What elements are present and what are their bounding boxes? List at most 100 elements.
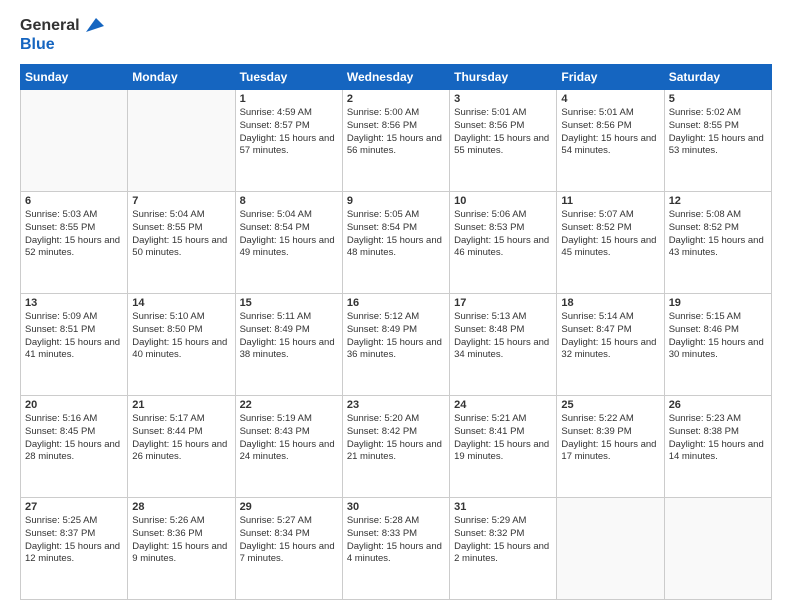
day-number: 14 [132, 297, 230, 309]
day-number: 23 [347, 399, 445, 411]
calendar-day-cell: 22 Sunrise: 5:19 AMSunset: 8:43 PMDayligh… [235, 396, 342, 498]
calendar-day-cell: 27 Sunrise: 5:25 AMSunset: 8:37 PMDayligh… [21, 498, 128, 600]
day-number: 4 [561, 93, 659, 105]
day-number: 27 [25, 501, 123, 513]
calendar-day-cell: 28 Sunrise: 5:26 AMSunset: 8:36 PMDayligh… [128, 498, 235, 600]
day-number: 8 [240, 195, 338, 207]
calendar-day-cell: 10 Sunrise: 5:06 AMSunset: 8:53 PMDayligh… [450, 192, 557, 294]
day-number: 29 [240, 501, 338, 513]
day-number: 6 [25, 195, 123, 207]
day-number: 28 [132, 501, 230, 513]
day-number: 15 [240, 297, 338, 309]
day-detail: Sunrise: 5:14 AMSunset: 8:47 PMDaylight:… [561, 311, 659, 362]
day-detail: Sunrise: 5:01 AMSunset: 8:56 PMDaylight:… [454, 107, 552, 158]
day-number: 31 [454, 501, 552, 513]
page-header: General Blue [20, 16, 772, 54]
day-detail: Sunrise: 5:28 AMSunset: 8:33 PMDaylight:… [347, 515, 445, 566]
calendar-day-cell [21, 90, 128, 192]
day-number: 22 [240, 399, 338, 411]
day-detail: Sunrise: 5:21 AMSunset: 8:41 PMDaylight:… [454, 413, 552, 464]
calendar-header-row: SundayMondayTuesdayWednesdayThursdayFrid… [21, 65, 772, 90]
day-detail: Sunrise: 5:06 AMSunset: 8:53 PMDaylight:… [454, 209, 552, 260]
weekday-header: Thursday [450, 65, 557, 90]
calendar-day-cell: 7Sunrise: 5:04 AMSunset: 8:55 PMDaylight… [128, 192, 235, 294]
day-detail: Sunrise: 5:01 AMSunset: 8:56 PMDaylight:… [561, 107, 659, 158]
calendar-day-cell [128, 90, 235, 192]
day-detail: Sunrise: 5:02 AMSunset: 8:55 PMDaylight:… [669, 107, 767, 158]
day-detail: Sunrise: 5:07 AMSunset: 8:52 PMDaylight:… [561, 209, 659, 260]
calendar-day-cell: 25Sunrise: 5:22 AMSunset: 8:39 PMDayligh… [557, 396, 664, 498]
day-number: 12 [669, 195, 767, 207]
calendar-day-cell: 16Sunrise: 5:12 AMSunset: 8:49 PMDayligh… [342, 294, 449, 396]
day-number: 20 [25, 399, 123, 411]
day-detail: Sunrise: 5:26 AMSunset: 8:36 PMDaylight:… [132, 515, 230, 566]
day-number: 1 [240, 93, 338, 105]
calendar-day-cell: 15 Sunrise: 5:11 AMSunset: 8:49 PMDayligh… [235, 294, 342, 396]
calendar-day-cell: 31 Sunrise: 5:29 AMSunset: 8:32 PMDayligh… [450, 498, 557, 600]
day-number: 13 [25, 297, 123, 309]
weekday-header: Tuesday [235, 65, 342, 90]
day-number: 10 [454, 195, 552, 207]
calendar-day-cell: 17 Sunrise: 5:13 AMSunset: 8:48 PMDayligh… [450, 294, 557, 396]
calendar-day-cell: 30 Sunrise: 5:28 AMSunset: 8:33 PMDayligh… [342, 498, 449, 600]
weekday-header: Sunday [21, 65, 128, 90]
day-number: 19 [669, 297, 767, 309]
day-detail: Sunrise: 5:22 AMSunset: 8:39 PMDaylight:… [561, 413, 659, 464]
calendar-day-cell: 2Sunrise: 5:00 AMSunset: 8:56 PMDaylight… [342, 90, 449, 192]
logo: General Blue [20, 16, 104, 54]
day-detail: Sunrise: 5:27 AMSunset: 8:34 PMDaylight:… [240, 515, 338, 566]
calendar-day-cell: 29 Sunrise: 5:27 AMSunset: 8:34 PMDayligh… [235, 498, 342, 600]
day-detail: Sunrise: 5:00 AMSunset: 8:56 PMDaylight:… [347, 107, 445, 158]
day-detail: Sunrise: 5:08 AMSunset: 8:52 PMDaylight:… [669, 209, 767, 260]
calendar-day-cell [557, 498, 664, 600]
day-number: 26 [669, 399, 767, 411]
day-number: 18 [561, 297, 659, 309]
calendar-day-cell: 9 Sunrise: 5:05 AMSunset: 8:54 PMDaylight… [342, 192, 449, 294]
day-number: 17 [454, 297, 552, 309]
logo-blue-text: Blue [20, 36, 55, 53]
day-number: 21 [132, 399, 230, 411]
weekday-header: Wednesday [342, 65, 449, 90]
day-detail: Sunrise: 5:04 AMSunset: 8:55 PMDaylight:… [132, 209, 230, 260]
day-number: 30 [347, 501, 445, 513]
calendar-week-row: 1 Sunrise: 4:59 AMSunset: 8:57 PMDaylight… [21, 90, 772, 192]
calendar-day-cell: 26Sunrise: 5:23 AMSunset: 8:38 PMDayligh… [664, 396, 771, 498]
calendar-day-cell: 6 Sunrise: 5:03 AMSunset: 8:55 PMDaylight… [21, 192, 128, 294]
day-detail: Sunrise: 4:59 AMSunset: 8:57 PMDaylight:… [240, 107, 338, 158]
calendar-day-cell: 3Sunrise: 5:01 AMSunset: 8:56 PMDaylight… [450, 90, 557, 192]
calendar-day-cell: 12 Sunrise: 5:08 AMSunset: 8:52 PMDayligh… [664, 192, 771, 294]
calendar-day-cell: 20 Sunrise: 5:16 AMSunset: 8:45 PMDayligh… [21, 396, 128, 498]
day-number: 5 [669, 93, 767, 105]
calendar-day-cell: 21 Sunrise: 5:17 AMSunset: 8:44 PMDayligh… [128, 396, 235, 498]
weekday-header: Friday [557, 65, 664, 90]
day-detail: Sunrise: 5:17 AMSunset: 8:44 PMDaylight:… [132, 413, 230, 464]
day-detail: Sunrise: 5:05 AMSunset: 8:54 PMDaylight:… [347, 209, 445, 260]
calendar-day-cell: 23 Sunrise: 5:20 AMSunset: 8:42 PMDayligh… [342, 396, 449, 498]
calendar-day-cell: 11Sunrise: 5:07 AMSunset: 8:52 PMDayligh… [557, 192, 664, 294]
logo-general-text: General [20, 17, 80, 35]
calendar-day-cell: 4 Sunrise: 5:01 AMSunset: 8:56 PMDaylight… [557, 90, 664, 192]
day-detail: Sunrise: 5:25 AMSunset: 8:37 PMDaylight:… [25, 515, 123, 566]
day-detail: Sunrise: 5:29 AMSunset: 8:32 PMDaylight:… [454, 515, 552, 566]
day-detail: Sunrise: 5:03 AMSunset: 8:55 PMDaylight:… [25, 209, 123, 260]
day-number: 9 [347, 195, 445, 207]
calendar-table: SundayMondayTuesdayWednesdayThursdayFrid… [20, 64, 772, 600]
calendar-day-cell: 18 Sunrise: 5:14 AMSunset: 8:47 PMDayligh… [557, 294, 664, 396]
calendar-day-cell: 19 Sunrise: 5:15 AMSunset: 8:46 PMDayligh… [664, 294, 771, 396]
calendar-day-cell: 14 Sunrise: 5:10 AMSunset: 8:50 PMDayligh… [128, 294, 235, 396]
day-number: 16 [347, 297, 445, 309]
weekday-header: Monday [128, 65, 235, 90]
calendar-week-row: 20 Sunrise: 5:16 AMSunset: 8:45 PMDayligh… [21, 396, 772, 498]
calendar-week-row: 6 Sunrise: 5:03 AMSunset: 8:55 PMDaylight… [21, 192, 772, 294]
day-detail: Sunrise: 5:10 AMSunset: 8:50 PMDaylight:… [132, 311, 230, 362]
day-detail: Sunrise: 5:19 AMSunset: 8:43 PMDaylight:… [240, 413, 338, 464]
day-detail: Sunrise: 5:15 AMSunset: 8:46 PMDaylight:… [669, 311, 767, 362]
day-detail: Sunrise: 5:13 AMSunset: 8:48 PMDaylight:… [454, 311, 552, 362]
calendar-day-cell: 8Sunrise: 5:04 AMSunset: 8:54 PMDaylight… [235, 192, 342, 294]
calendar-week-row: 13Sunrise: 5:09 AMSunset: 8:51 PMDayligh… [21, 294, 772, 396]
calendar-day-cell [664, 498, 771, 600]
day-detail: Sunrise: 5:20 AMSunset: 8:42 PMDaylight:… [347, 413, 445, 464]
day-detail: Sunrise: 5:16 AMSunset: 8:45 PMDaylight:… [25, 413, 123, 464]
calendar-day-cell: 1 Sunrise: 4:59 AMSunset: 8:57 PMDaylight… [235, 90, 342, 192]
day-detail: Sunrise: 5:11 AMSunset: 8:49 PMDaylight:… [240, 311, 338, 362]
